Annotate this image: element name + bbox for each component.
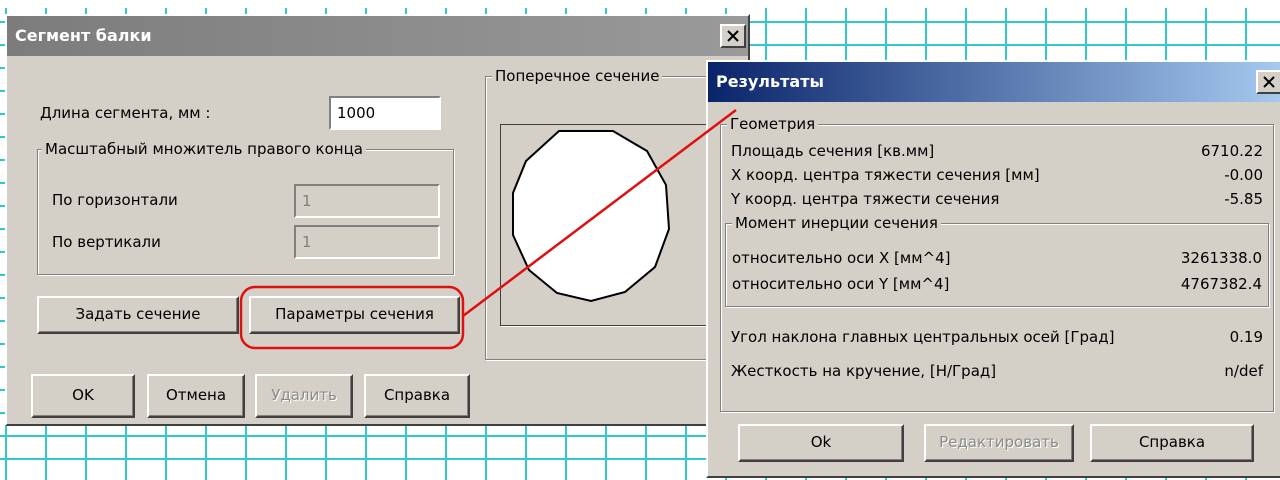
results-ok-button[interactable]: Ok — [738, 424, 904, 462]
area-value: 6710.22 — [1200, 142, 1263, 160]
delete-button[interactable]: Удалить — [255, 374, 353, 418]
segment-dialog-titlebar: Сегмент балки — [7, 16, 748, 56]
x-center-value: -0.00 — [1224, 166, 1263, 184]
area-label: Площадь сечения [кв.мм] — [731, 142, 935, 160]
close-icon — [727, 30, 739, 42]
angle-value: 0.19 — [1229, 328, 1263, 346]
ok-button[interactable]: OK — [31, 374, 135, 418]
close-icon — [1263, 76, 1275, 88]
circle-section-icon — [512, 130, 671, 303]
ok-button-label: OK — [72, 386, 94, 404]
set-section-button-label: Задать сечение — [75, 305, 201, 323]
iy-value: 4767382.4 — [1180, 275, 1262, 293]
edit-button-label: Редактировать — [939, 433, 1059, 451]
horizontal-input[interactable]: 1 — [294, 184, 440, 218]
grid-canvas — [0, 0, 1280, 8]
horizontal-label: По горизонтали — [52, 191, 178, 209]
scale-group-title: Масштабный множитель правого конца — [42, 140, 366, 158]
help-button-label: Справка — [383, 386, 451, 404]
torsion-value: n/def — [1224, 362, 1263, 380]
cross-section-group: Поперечное сечение — [485, 67, 735, 360]
y-center-label: Y коорд. центра тяжести сечения — [731, 190, 1000, 208]
results-dialog-title: Результаты — [716, 72, 824, 91]
angle-label: Угол наклона главных центральных осей [Г… — [731, 328, 1115, 346]
segment-close-button[interactable] — [720, 24, 746, 48]
cross-section-title: Поперечное сечение — [492, 67, 663, 85]
y-center-value: -5.85 — [1224, 190, 1263, 208]
ix-label: относительно оси X [мм^4] — [732, 249, 951, 267]
length-label: Длина сегмента, мм : — [40, 104, 211, 122]
delete-button-label: Удалить — [271, 386, 337, 404]
ix-value: 3261338.0 — [1180, 249, 1262, 267]
results-help-button[interactable]: Справка — [1090, 424, 1254, 462]
results-help-button-label: Справка — [1138, 433, 1206, 451]
cancel-button-label: Отмена — [165, 386, 227, 404]
inertia-group: Момент инерции сечения относительно оси … — [725, 214, 1269, 307]
vertical-label: По вертикали — [52, 233, 161, 251]
results-dialog-titlebar: Результаты — [708, 62, 1280, 102]
scale-group: Масштабный множитель правого конца По го… — [37, 140, 454, 275]
cancel-button[interactable]: Отмена — [147, 374, 245, 418]
inertia-group-title: Момент инерции сечения — [732, 214, 941, 232]
geometry-group: Геометрия Площадь сечения [кв.мм] 6710.2… — [720, 115, 1274, 412]
section-preview — [500, 124, 707, 326]
torsion-label: Жесткость на кручение, [Н/Град] — [731, 362, 997, 380]
edit-button[interactable]: Редактировать — [924, 424, 1074, 462]
geometry-group-title: Геометрия — [727, 115, 819, 133]
results-ok-button-label: Ok — [810, 433, 832, 451]
results-dialog: Результаты Геометрия Площадь сечения [кв… — [706, 60, 1280, 478]
segment-dialog-title: Сегмент балки — [15, 26, 152, 45]
length-input[interactable]: 1000 — [329, 96, 441, 130]
x-center-label: X коорд. центра тяжести сечения [мм] — [731, 166, 1040, 184]
set-section-button[interactable]: Задать сечение — [37, 296, 239, 334]
section-params-button-label: Параметры сечения — [275, 305, 434, 323]
segment-dialog: Сегмент балки Длина сегмента, мм : 1000 … — [5, 14, 750, 426]
vertical-input[interactable]: 1 — [294, 225, 440, 259]
help-button[interactable]: Справка — [364, 374, 470, 418]
iy-label: относительно оси Y [мм^4] — [732, 275, 950, 293]
section-params-button[interactable]: Параметры сечения — [249, 296, 460, 334]
results-close-button[interactable] — [1256, 70, 1280, 94]
